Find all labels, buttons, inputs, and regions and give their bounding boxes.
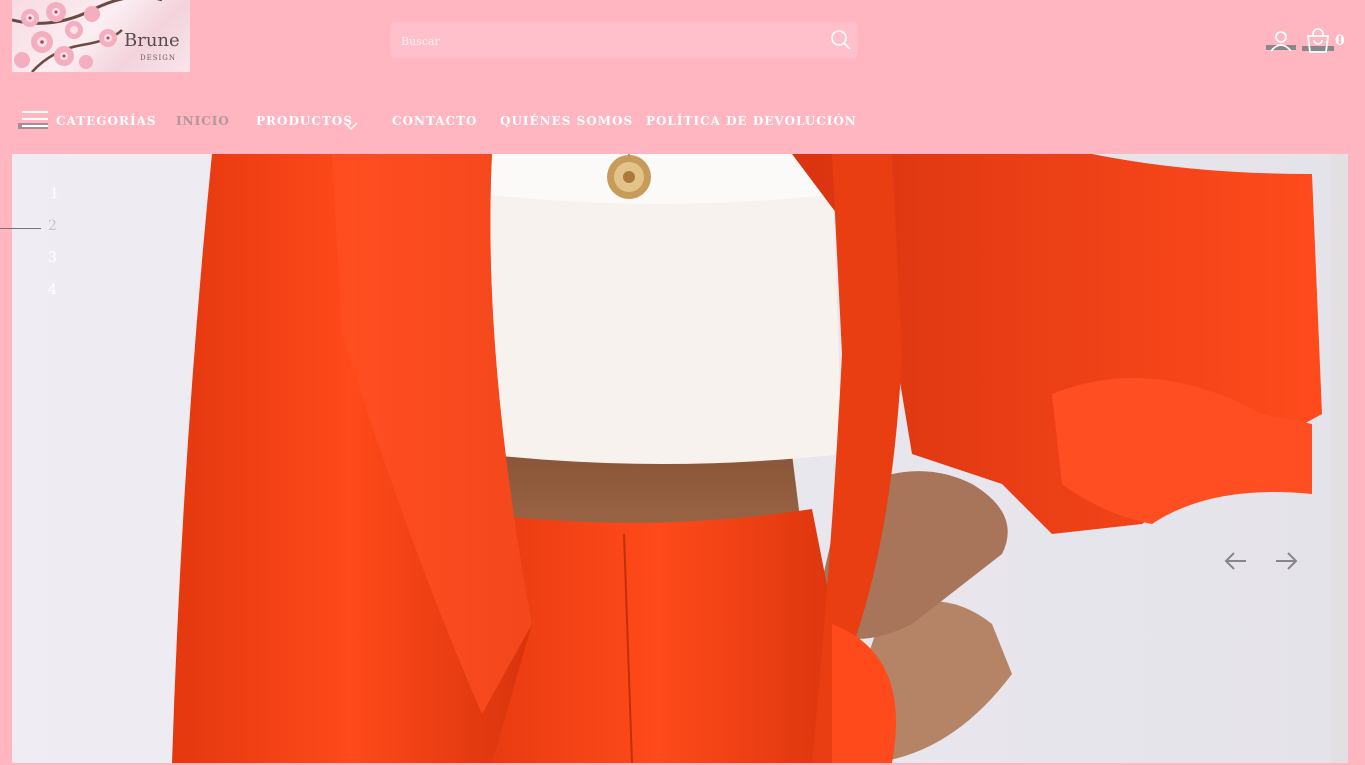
nav-item-productos[interactable]: PRODUCTOS [256,114,353,128]
brand-logo[interactable]: Brune DESIGN [12,0,190,72]
arrow-right-icon[interactable] [1273,548,1299,574]
hamburger-menu-icon[interactable] [18,110,50,130]
chevron-down-icon[interactable] [344,116,358,130]
active-slide-indicator [0,228,41,229]
slide-dot-3[interactable]: 3 [48,250,57,266]
user-account-icon[interactable] [1266,29,1296,53]
scroll-gutter [1331,154,1348,763]
arrow-left-icon[interactable] [1223,548,1249,574]
shopping-bag-icon[interactable] [1302,28,1334,54]
search-bar [390,22,858,60]
nav-item-categorias[interactable]: CATEGORÍAS [56,114,157,128]
nav-item-contacto[interactable]: CONTACTO [392,114,478,128]
nav-item-politica-devolucion[interactable]: POLÍTICA DE DEVOLUCIÓN [646,114,857,128]
slide-dot-2[interactable]: 2 [48,218,57,234]
logo-name: Brune [124,30,180,51]
main-navigation: CATEGORÍAS INICIO PRODUCTOS CONTACTO QUI… [0,108,900,134]
logo-tagline: DESIGN [140,54,176,62]
nav-item-quienes-somos[interactable]: QUIÉNES SOMOS [500,114,633,128]
search-icon[interactable] [830,29,852,51]
nav-item-inicio[interactable]: INICIO [176,114,230,128]
slide-dot-1[interactable]: 1 [50,186,59,202]
search-input[interactable] [390,22,823,60]
hero-slide-image [12,154,1331,763]
slide-dot-4[interactable]: 4 [48,282,57,298]
cart-count-badge: 0 [1335,33,1345,49]
